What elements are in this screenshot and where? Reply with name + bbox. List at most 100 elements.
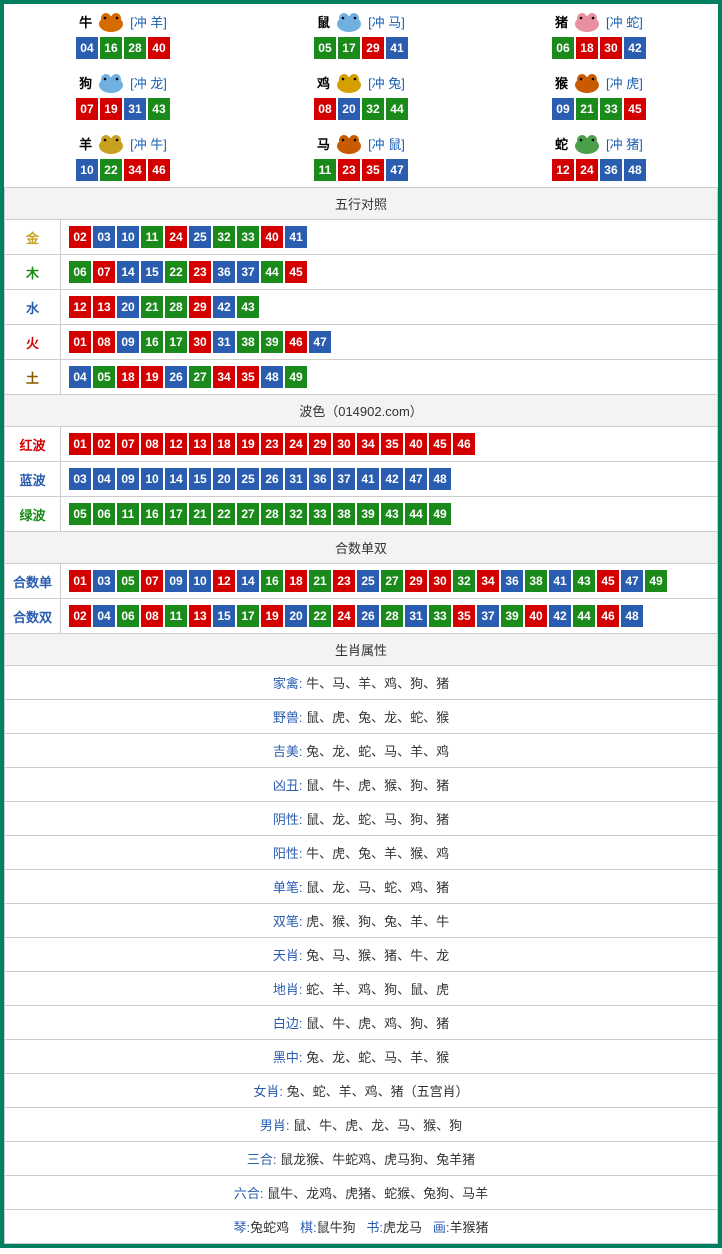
ball: 44: [386, 98, 408, 120]
ball: 14: [237, 570, 259, 592]
attr-value: 鼠龙猴、牛蛇鸡、虎马狗、兔羊猪: [280, 1152, 475, 1167]
main-table: 五行对照 金02031011242532334041木0607141522233…: [4, 187, 718, 1244]
attr-label: 天肖:: [273, 948, 303, 963]
ball: 47: [309, 331, 331, 353]
zodiac-cell-snake: 蛇[冲 猪]12243648: [480, 126, 718, 187]
table-row: 绿波05061116172122272832333839434449: [5, 497, 718, 532]
zodiac-clash: [冲 牛]: [130, 134, 167, 153]
ball: 29: [189, 296, 211, 318]
ball: 45: [624, 98, 646, 120]
zodiac-clash: [冲 蛇]: [606, 12, 643, 31]
ball: 13: [93, 296, 115, 318]
bose-header: 波色（014902.com）: [5, 395, 718, 427]
row-label: 蓝波: [5, 462, 61, 497]
ball: 29: [309, 433, 331, 455]
attr-label: 阴性:: [273, 812, 303, 827]
ball: 13: [189, 433, 211, 455]
attr-value: 鼠牛狗: [317, 1220, 356, 1235]
ball: 43: [381, 503, 403, 525]
ball: 07: [76, 98, 98, 120]
ball: 02: [93, 433, 115, 455]
ball: 25: [189, 226, 211, 248]
ball: 25: [357, 570, 379, 592]
row-balls: 03040910141520252631363741424748: [61, 462, 718, 497]
ball: 35: [362, 159, 384, 181]
attr-cell: 琴:兔蛇鸡 棋:鼠牛狗 书:虎龙马 画:羊猴猪: [5, 1210, 718, 1244]
ball: 47: [405, 468, 427, 490]
goat-icon: [94, 130, 128, 156]
attr-value: 兔蛇鸡: [250, 1220, 289, 1235]
zodiac-name: 猪: [555, 12, 568, 31]
zodiac-name: 狗: [79, 73, 92, 92]
ball: 46: [597, 605, 619, 627]
zodiac-balls: 08203244: [242, 98, 480, 120]
ball: 25: [237, 468, 259, 490]
zodiac-name: 鼠: [317, 12, 330, 31]
ball: 23: [261, 433, 283, 455]
ball: 07: [93, 261, 115, 283]
ball: 23: [338, 159, 360, 181]
ball: 49: [645, 570, 667, 592]
row-balls: 0204060811131517192022242628313335373940…: [61, 599, 718, 634]
ball: 40: [261, 226, 283, 248]
ball: 49: [285, 366, 307, 388]
attr-label: 地肖:: [273, 982, 303, 997]
attr-row: 六合: 鼠牛、龙鸡、虎猪、蛇猴、兔狗、马羊: [5, 1176, 718, 1210]
snake-icon: [570, 130, 604, 156]
ball: 05: [69, 503, 91, 525]
zodiac-name: 蛇: [555, 134, 568, 153]
zodiac-balls: 06183042: [480, 37, 718, 59]
attr-value: 鼠、龙、马、蛇、鸡、猪: [306, 880, 449, 895]
ball: 48: [621, 605, 643, 627]
ball: 09: [552, 98, 574, 120]
ball: 16: [261, 570, 283, 592]
rat-icon: [332, 8, 366, 34]
ball: 22: [213, 503, 235, 525]
ball: 36: [600, 159, 622, 181]
ball: 34: [477, 570, 499, 592]
table-row: 土04051819262734354849: [5, 360, 718, 395]
attr-label: 白边:: [273, 1016, 303, 1031]
ball: 03: [93, 570, 115, 592]
attr-value: 鼠、牛、虎、鸡、狗、猪: [306, 1016, 449, 1031]
ball: 35: [453, 605, 475, 627]
ball: 28: [165, 296, 187, 318]
attr-cell: 双笔: 虎、猴、狗、兔、羊、牛: [5, 904, 718, 938]
attr-value: 鼠牛、龙鸡、虎猪、蛇猴、兔狗、马羊: [267, 1186, 488, 1201]
ball: 06: [117, 605, 139, 627]
attr-label: 六合:: [234, 1186, 264, 1201]
ball: 38: [237, 331, 259, 353]
ball: 17: [165, 331, 187, 353]
row-balls: 06071415222336374445: [61, 255, 718, 290]
zodiac-name: 猴: [555, 73, 568, 92]
ball: 05: [93, 366, 115, 388]
ball: 28: [261, 503, 283, 525]
zodiac-balls: 07193143: [4, 98, 242, 120]
ball: 08: [141, 433, 163, 455]
ball: 10: [141, 468, 163, 490]
ball: 48: [261, 366, 283, 388]
attr-cell: 男肖: 鼠、牛、虎、龙、马、猴、狗: [5, 1108, 718, 1142]
ball: 12: [69, 296, 91, 318]
ball: 34: [357, 433, 379, 455]
ball: 46: [148, 159, 170, 181]
ball: 03: [69, 468, 91, 490]
ball: 16: [141, 331, 163, 353]
zodiac-cell-rooster: 鸡[冲 兔]08203244: [242, 65, 480, 126]
ball: 45: [285, 261, 307, 283]
attr-label: 阳性:: [273, 846, 303, 861]
attr-row: 男肖: 鼠、牛、虎、龙、马、猴、狗: [5, 1108, 718, 1142]
zodiac-clash: [冲 龙]: [130, 73, 167, 92]
attr-row: 白边: 鼠、牛、虎、鸡、狗、猪: [5, 1006, 718, 1040]
row-balls: 1213202128294243: [61, 290, 718, 325]
ball: 20: [213, 468, 235, 490]
ball: 42: [624, 37, 646, 59]
attr-label: 画:: [433, 1220, 450, 1235]
ox-icon: [94, 8, 128, 34]
ball: 40: [405, 433, 427, 455]
ball: 04: [93, 468, 115, 490]
ball: 39: [501, 605, 523, 627]
ball: 43: [237, 296, 259, 318]
ball: 27: [189, 366, 211, 388]
attr-cell: 吉美: 兔、龙、蛇、马、羊、鸡: [5, 734, 718, 768]
